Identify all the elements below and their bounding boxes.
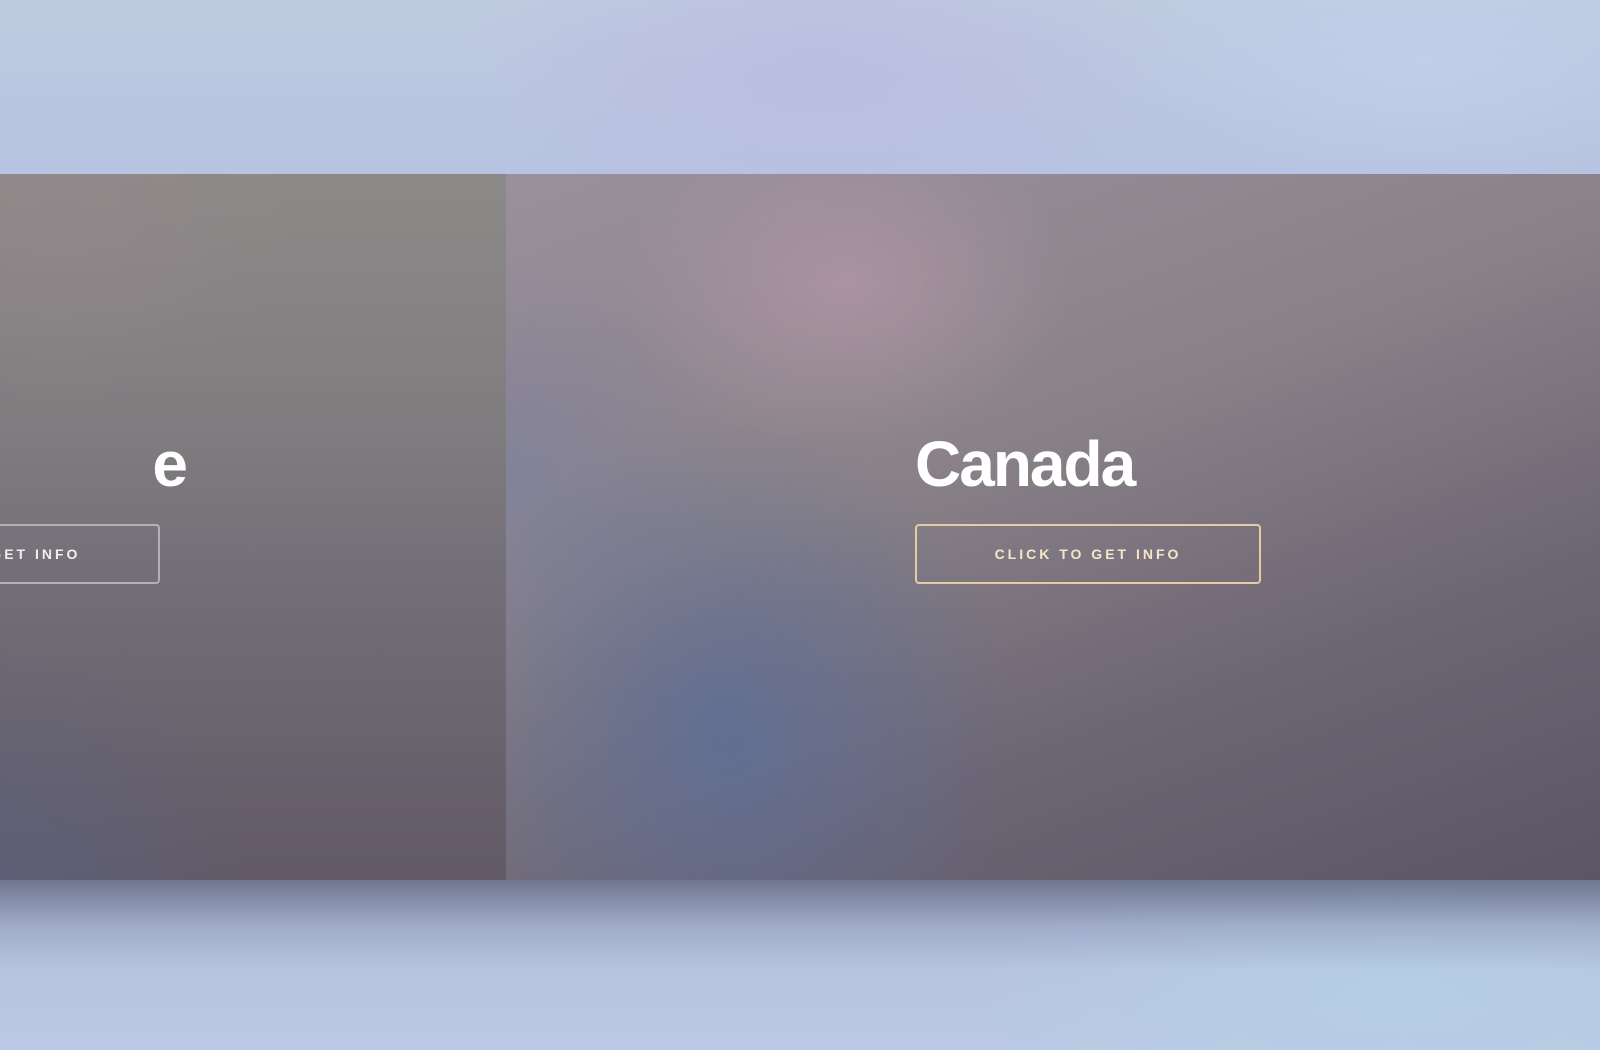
country-carousel: e CLICK TO GET INFO Canada CLICK TO GET …: [0, 174, 1600, 880]
slide-active[interactable]: Canada CLICK TO GET INFO: [506, 174, 1600, 880]
click-to-get-info-label: CLICK TO GET INFO: [994, 546, 1182, 562]
slide-previous[interactable]: e CLICK TO GET INFO: [0, 174, 506, 880]
click-to-get-info-button[interactable]: CLICK TO GET INFO: [915, 524, 1261, 584]
carousel-shadow: [0, 880, 1600, 970]
slide-previous-title: e: [152, 428, 188, 500]
slide-previous-info-button[interactable]: CLICK TO GET INFO: [0, 524, 160, 584]
slide-previous-info-button-label: CLICK TO GET INFO: [0, 546, 81, 562]
slide-active-content: Canada CLICK TO GET INFO: [915, 428, 1261, 584]
slide-active-title: Canada: [915, 428, 1136, 500]
slide-previous-content: e CLICK TO GET INFO: [0, 428, 188, 584]
